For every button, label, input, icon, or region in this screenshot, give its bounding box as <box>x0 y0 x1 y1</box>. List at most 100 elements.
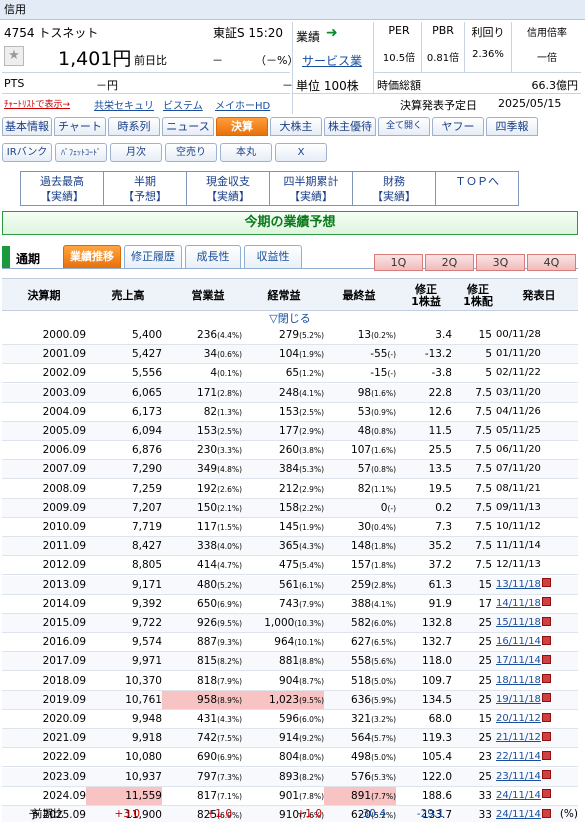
announce-date-value[interactable]: 24/11/14 <box>496 790 541 801</box>
tab-profitability[interactable]: 収益性 <box>244 245 302 269</box>
pdf-icon[interactable] <box>541 578 551 588</box>
related-stock-link[interactable]: 共栄セキュリ <box>94 97 154 112</box>
pdf-icon[interactable] <box>541 693 551 703</box>
pdf-icon[interactable] <box>541 674 551 684</box>
tab-chart[interactable]: チャート <box>54 117 106 136</box>
tab-monthly[interactable]: 月次 <box>110 143 162 162</box>
tab-q2[interactable]: 2Q <box>425 254 474 271</box>
announce-date-value[interactable]: 21/11/12 <box>496 732 541 743</box>
market-cap-value: 66.3億円 <box>531 79 579 92</box>
tab-performance-history[interactable]: 業績推移 <box>63 245 121 269</box>
tab-timeseries[interactable]: 時系列 <box>108 117 160 136</box>
announce-date-value[interactable]: 20/11/12 <box>496 713 541 724</box>
pdf-icon[interactable] <box>541 789 551 799</box>
cell-date[interactable]: 16/11/14 <box>496 633 578 651</box>
tab-yahoo[interactable]: ヤフー <box>432 117 484 136</box>
cell-date[interactable]: 22/11/14 <box>496 748 578 766</box>
tab-q3[interactable]: 3Q <box>476 254 525 271</box>
cell-net: 48(0.8%) <box>324 422 396 440</box>
cell-net-value: 107 <box>351 444 372 457</box>
pdf-icon[interactable] <box>541 616 551 626</box>
nav-top[interactable]: ＴＯＰへ <box>435 171 519 206</box>
cell-sales-value: 7,207 <box>131 501 162 514</box>
unit-shares: 単位 100株 <box>296 79 359 93</box>
tab-short-selling[interactable]: 空売り <box>165 143 217 162</box>
tab-earnings[interactable]: 決算 <box>216 117 268 136</box>
pdf-icon[interactable] <box>541 654 551 664</box>
cell-ordinary: 158(2.2%) <box>242 499 324 517</box>
announce-date-value[interactable]: 19/11/18 <box>496 694 541 705</box>
tab-major-shareholders[interactable]: 大株主 <box>270 117 322 136</box>
cell-date[interactable]: 17/11/14 <box>496 652 578 670</box>
tab-growth[interactable]: 成長性 <box>185 245 241 269</box>
cell-net: 82(1.1%) <box>324 480 396 498</box>
nav-half-year[interactable]: 半期 【予想】 <box>103 171 187 206</box>
tab-shikiho[interactable]: 四季報 <box>486 117 538 136</box>
cell-period-value: 2010.09 <box>42 521 86 533</box>
announce-date-value[interactable]: 22/11/14 <box>496 751 541 762</box>
table-row: 2001.09 5,427 34(0.6%) 104(1.9%) -55(-) -13.2… <box>2 345 578 365</box>
nav-quarterly-cumulative[interactable]: 四半期累計 【実績】 <box>269 171 353 206</box>
cell-ordinary: 804(8.0%) <box>242 748 324 766</box>
cell-date[interactable]: 13/11/18 <box>496 576 578 594</box>
cell-date[interactable]: 24/11/14 <box>496 787 578 805</box>
cell-eps-value: 68.0 <box>428 713 452 725</box>
tab-x[interactable]: X <box>275 143 327 162</box>
pdf-icon[interactable] <box>541 731 551 741</box>
stock-code-name: 4754 トスネット <box>4 26 99 40</box>
cell-net: 558(5.6%) <box>324 652 396 670</box>
announce-date-value[interactable]: 23/11/14 <box>496 771 541 782</box>
nav-record-high[interactable]: 過去最高 【実績】 <box>20 171 104 206</box>
prev-compare-label: 前期比 <box>32 808 64 820</box>
tab-ir-bank[interactable]: IRバンク <box>2 143 52 162</box>
nav-cash-flow[interactable]: 現金収支 【実績】 <box>186 171 270 206</box>
tab-buffett-code[interactable]: ﾊﾞﾌｪｯﾄｺｰﾄﾞ <box>55 143 107 162</box>
cell-net-value: 259 <box>351 578 372 591</box>
cell-date[interactable]: 21/11/12 <box>496 729 578 747</box>
pdf-icon[interactable] <box>541 635 551 645</box>
tab-honmaru[interactable]: 本丸 <box>220 143 272 162</box>
announce-date-value[interactable]: 15/11/18 <box>496 617 541 628</box>
related-stock-link[interactable]: ビステム <box>163 97 203 112</box>
cell-period: 2020.09 <box>2 710 86 728</box>
cell-date[interactable]: 23/11/14 <box>496 768 578 786</box>
announce-date-value[interactable]: 18/11/18 <box>496 675 541 686</box>
pdf-icon[interactable] <box>541 770 551 780</box>
cell-dps-value: 25 <box>478 617 492 629</box>
industry-link[interactable]: サービス業 <box>302 52 362 69</box>
cell-ordinary-margin: (2.9%) <box>299 484 324 494</box>
cell-date[interactable]: 14/11/18 <box>496 595 578 613</box>
cell-period-value: 2024.09 <box>42 789 86 802</box>
cell-ordinary: 1,023(9.5%) <box>242 690 324 709</box>
nav-financial[interactable]: 財務 【実績】 <box>352 171 436 206</box>
cell-date[interactable]: 20/11/12 <box>496 710 578 728</box>
collapse-toggle[interactable]: ▽閉じる <box>2 311 578 326</box>
chart-list-link[interactable]: ﾁｬｰﾄﾘｽﾄで表示→ <box>4 97 70 110</box>
cell-date[interactable]: 15/11/18 <box>496 614 578 632</box>
open-all-button[interactable]: 全て開く <box>378 117 430 136</box>
cell-date[interactable]: 19/11/18 <box>496 691 578 709</box>
cell-operating-value: 230 <box>197 444 218 457</box>
pdf-icon[interactable] <box>541 750 551 760</box>
announce-date-value[interactable]: 16/11/14 <box>496 636 541 647</box>
cell-net-value: 82 <box>357 482 372 495</box>
tab-shareholder-benefits[interactable]: 株主優待 <box>324 117 376 136</box>
announce-date-value[interactable]: 17/11/14 <box>496 655 541 666</box>
cell-eps-value: 7.3 <box>435 521 452 533</box>
pdf-icon[interactable] <box>541 597 551 607</box>
favorite-star-icon[interactable]: ★ <box>4 46 24 66</box>
cell-net-value: 148 <box>351 540 372 553</box>
tab-q4[interactable]: 4Q <box>527 254 576 271</box>
tab-news[interactable]: ニュース <box>162 117 214 136</box>
related-stock-link[interactable]: メイホーHD <box>215 97 270 112</box>
announce-date-value[interactable]: 13/11/18 <box>496 579 541 590</box>
cell-date[interactable]: 18/11/18 <box>496 672 578 690</box>
pdf-icon[interactable] <box>541 712 551 722</box>
cell-operating-value: 153 <box>197 425 218 437</box>
announce-date-value[interactable]: 14/11/18 <box>496 598 541 609</box>
cell-net-margin: (0.9%) <box>371 407 396 417</box>
tab-basic-info[interactable]: 基本情報 <box>2 117 52 136</box>
tab-q1[interactable]: 1Q <box>374 254 423 271</box>
tab-revision-history[interactable]: 修正履歴 <box>124 245 182 269</box>
cell-eps: 118.0 <box>396 652 452 670</box>
